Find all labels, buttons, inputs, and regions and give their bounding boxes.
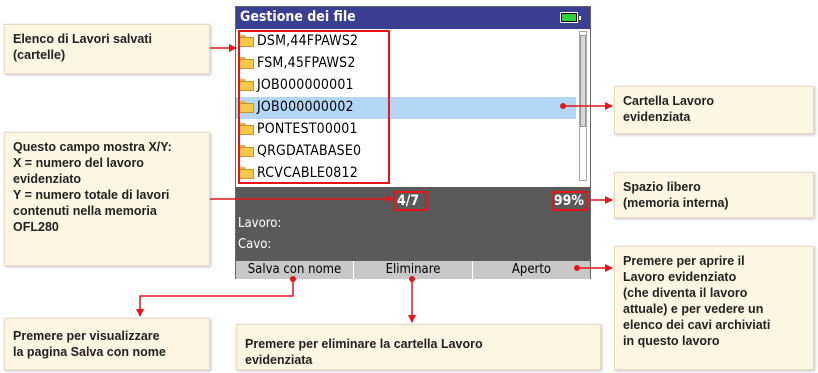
battery-icon <box>560 12 581 23</box>
callout-delete-button: Premere per eliminare la cartella Lavoro… <box>236 324 601 370</box>
job-label: Lavoro: <box>238 216 282 231</box>
count-highlight <box>393 191 427 211</box>
callout-open-button: Premere per aprire il Lavoro evidenziato… <box>614 246 814 370</box>
callout-highlighted-folder: Cartella Lavoro evidenziata <box>614 86 814 134</box>
softkey-bar: Salva con nome Eliminare Aperto <box>236 261 590 279</box>
open-button[interactable]: Aperto <box>473 261 590 279</box>
callout-count-info: Questo campo mostra X/Y: X = numero del … <box>4 132 210 266</box>
save-as-button[interactable]: Salva con nome <box>236 261 354 279</box>
folder-list-highlight <box>238 30 390 184</box>
callout-save-as-button: Premere per visualizzare la pagina Salva… <box>4 318 210 370</box>
arrow-save-as <box>136 279 294 317</box>
callout-free-space: Spazio libero (memoria interna) <box>614 172 814 218</box>
scrollbar-thumb[interactable] <box>580 35 586 127</box>
title-bar: Gestione dei file <box>236 7 590 29</box>
cable-label: Cavo: <box>238 237 272 252</box>
callout-folder-list: Elenco di Lavori salvati (cartelle) <box>4 24 210 74</box>
free-space-highlight <box>552 191 588 211</box>
delete-button[interactable]: Eliminare <box>354 261 473 279</box>
screen-title: Gestione dei file <box>240 9 356 25</box>
scrollbar[interactable] <box>579 31 587 181</box>
